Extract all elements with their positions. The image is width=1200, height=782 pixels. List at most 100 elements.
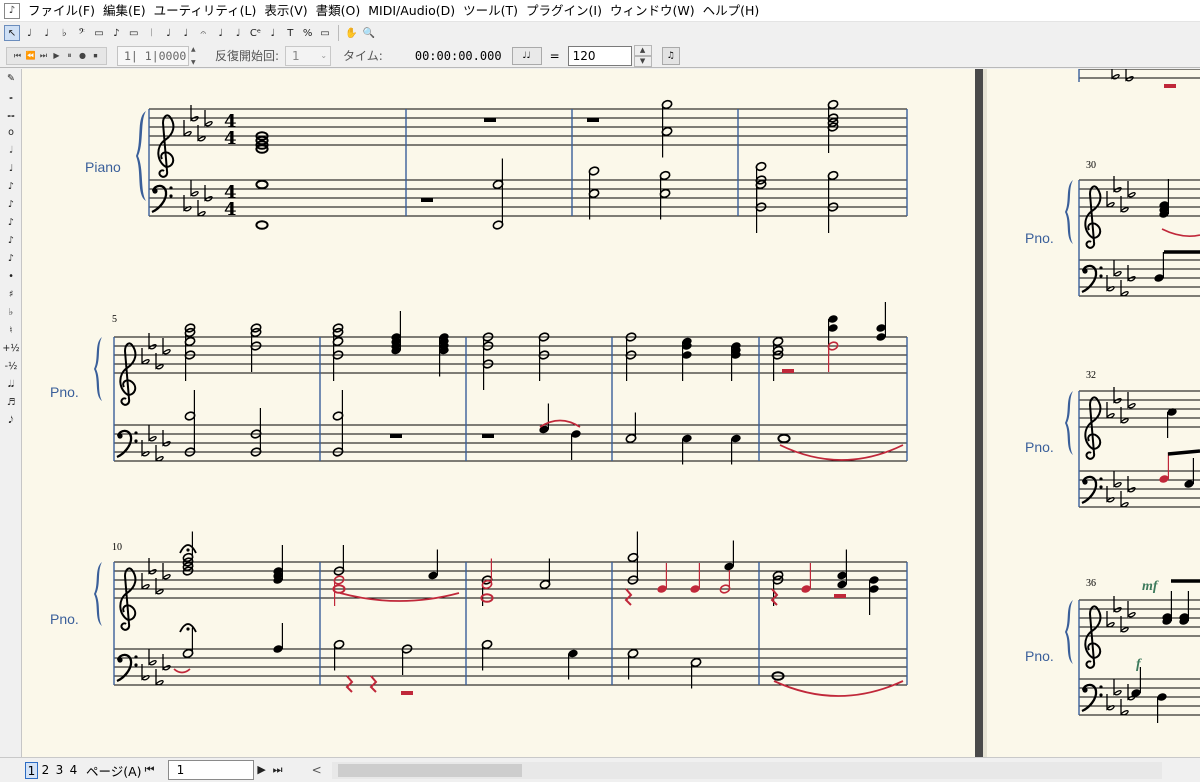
menu-item[interactable]: ツール(T) (459, 0, 522, 22)
repeat-tool-icon[interactable]: 𝄀 (143, 25, 159, 41)
bass-clef (1080, 475, 1104, 505)
last-page-icon[interactable]: ⏭ (270, 762, 286, 778)
playback-settings-button[interactable]: ♫ (661, 46, 680, 65)
duration-tool-icon[interactable]: +½ (0, 339, 22, 357)
expression-icon[interactable]: ♩ (213, 25, 229, 41)
duration-tool-icon[interactable]: ♪ (0, 249, 22, 267)
score-view[interactable]: 4444 Piano Pno. Pno. Pno. Pno. Pno. 5 10… (22, 69, 1200, 757)
slur (773, 680, 904, 697)
staff-tool-icon[interactable]: ▭ (91, 25, 107, 41)
menu-item[interactable]: ヘルプ(H) (699, 0, 764, 22)
tempo-field[interactable]: 120 (567, 45, 632, 66)
rest (624, 588, 633, 606)
note-entry-icon[interactable]: ♩ (21, 25, 37, 41)
menu-item[interactable]: ユーティリティ(L) (150, 0, 261, 22)
duration-tool-icon[interactable]: 𝅗𝅥 (0, 141, 22, 159)
record-icon[interactable]: ● (76, 51, 89, 60)
duration-tool-icon[interactable]: ♯ (0, 285, 22, 303)
rest (834, 594, 846, 598)
page-tab[interactable]: 4 (67, 762, 80, 779)
duration-tool-icon[interactable]: ✎ (0, 69, 22, 87)
duration-tool-icon[interactable]: ♪ (0, 213, 22, 231)
horizontal-scrollbar[interactable] (331, 761, 1162, 779)
finale-window: ♪ ファイル(F) 編集(E) ユーティリティ(L) 表示(V) 書類(O) MIDI/A… (0, 0, 1200, 782)
page-number-field[interactable]: 1 (167, 760, 254, 780)
duration-tool-icon[interactable]: ♮ (0, 321, 22, 339)
duration-tool-icon[interactable]: ♪ (0, 177, 22, 195)
notehead (777, 433, 791, 444)
duration-tool-icon[interactable]: ♬ (0, 393, 22, 411)
stop-icon[interactable]: ⏹ (89, 51, 102, 61)
next-page-systems (975, 69, 1200, 757)
chord-symbol-icon[interactable]: Cᵉ (247, 25, 263, 41)
tempo-down-icon[interactable]: ▼ (633, 55, 652, 67)
duration-tool-icon[interactable]: ♭ (0, 303, 22, 321)
resize-tool-icon[interactable]: % (300, 25, 316, 41)
duration-tool-icon[interactable]: 𝅘𝅥𝅮 (0, 411, 22, 429)
play-icon[interactable]: ▶ (50, 51, 63, 60)
page-tab[interactable]: 2 (39, 762, 52, 779)
page-tab[interactable]: 1 (25, 761, 38, 779)
pause-icon[interactable]: ⏸ (63, 51, 76, 61)
tempo-spinner[interactable]: ▲ ▼ (633, 44, 652, 67)
zoom-icon[interactable]: 🔍 (361, 25, 377, 41)
menu-item[interactable]: プラグイン(I) (522, 0, 606, 22)
duration-tool-icon[interactable]: o (0, 123, 22, 141)
tempo-up-icon[interactable]: ▲ (633, 44, 652, 56)
first-page-icon[interactable]: ⏮ (142, 762, 158, 778)
score-canvas[interactable]: 4444 Piano Pno. Pno. Pno. Pno. Pno. 5 10… (22, 69, 1200, 757)
menu-item[interactable]: MIDI/Audio(D) (364, 0, 459, 22)
duration-tool-icon[interactable]: 𝅝𝅝 (0, 105, 22, 123)
rest (390, 434, 402, 438)
position-field[interactable]: 1| 1|0000 (117, 45, 189, 66)
rest (345, 675, 354, 693)
text-tool-icon[interactable]: T (282, 25, 298, 41)
rewind-icon[interactable]: ⏮ (11, 51, 24, 61)
step-forward-icon[interactable]: ⏭ (37, 51, 50, 61)
scroll-left-icon[interactable]: < (312, 763, 326, 777)
repeat-start-select[interactable]: 1 ⌄ (285, 45, 332, 66)
duration-tool-icon[interactable]: 𝅘𝅥𝅘𝅥 (0, 375, 22, 393)
menu-item[interactable]: ファイル(F) (24, 0, 99, 22)
note-tool-icon[interactable]: ♪ (108, 25, 124, 41)
brace (1065, 600, 1073, 664)
duration-tool-icon[interactable]: ♪ (0, 231, 22, 249)
menu-item[interactable]: 表示(V) (260, 0, 311, 22)
tempo-unit-button[interactable]: ♩♩ (511, 46, 542, 65)
measure-tool-icon[interactable]: ▭ (126, 25, 142, 41)
page-layout-icon[interactable]: ▭ (317, 25, 333, 41)
duration-tool-icon[interactable]: 𝅝 (0, 87, 22, 105)
menu-item[interactable]: 書類(O) (312, 0, 365, 22)
brace (1065, 180, 1073, 244)
app-icon[interactable]: ♪ (4, 2, 20, 19)
menu-item[interactable]: 編集(E) (99, 0, 150, 22)
measure-number: 32 (1086, 370, 1096, 381)
smart-shape-icon[interactable]: ♩ (178, 25, 194, 41)
brace (94, 562, 102, 626)
position-spinner[interactable]: ▲ ▼ (191, 46, 203, 66)
treble-clef (1084, 605, 1102, 669)
scroll-thumb[interactable] (337, 763, 522, 777)
instrument-name-abbr: Pno. (1025, 230, 1054, 246)
dynamic-marking[interactable]: f (1136, 657, 1142, 672)
bass-clef (115, 429, 139, 459)
next-page-icon[interactable]: ▶ (254, 762, 270, 778)
tuplet-tool-icon[interactable]: ♩ (161, 25, 177, 41)
duration-tool-icon[interactable]: ♩ (0, 159, 22, 177)
hand-grabber-icon[interactable]: ✋ (343, 25, 359, 41)
duration-tool-icon[interactable]: -½ (0, 357, 22, 375)
dynamic-marking[interactable]: mf (1142, 579, 1159, 594)
key-signature-icon[interactable]: ♭ (56, 25, 72, 41)
instrument-name-full: Piano (85, 159, 121, 175)
articulation-icon[interactable]: 𝄐 (195, 25, 211, 41)
menu-item[interactable]: ウィンドウ(W) (606, 0, 699, 22)
clef-icon[interactable]: 𝄢 (74, 25, 90, 41)
select-arrow-icon[interactable]: ↖ (4, 25, 20, 41)
chord-tool-icon[interactable]: ♩ (39, 25, 55, 41)
mirror-tool-icon[interactable]: ♩ (265, 25, 281, 41)
step-back-icon[interactable]: ⏪ (24, 51, 37, 60)
duration-tool-icon[interactable]: • (0, 267, 22, 285)
lyric-tool-icon[interactable]: ♩ (230, 25, 246, 41)
duration-tool-icon[interactable]: ♪ (0, 195, 22, 213)
page-tab[interactable]: 3 (53, 762, 66, 779)
